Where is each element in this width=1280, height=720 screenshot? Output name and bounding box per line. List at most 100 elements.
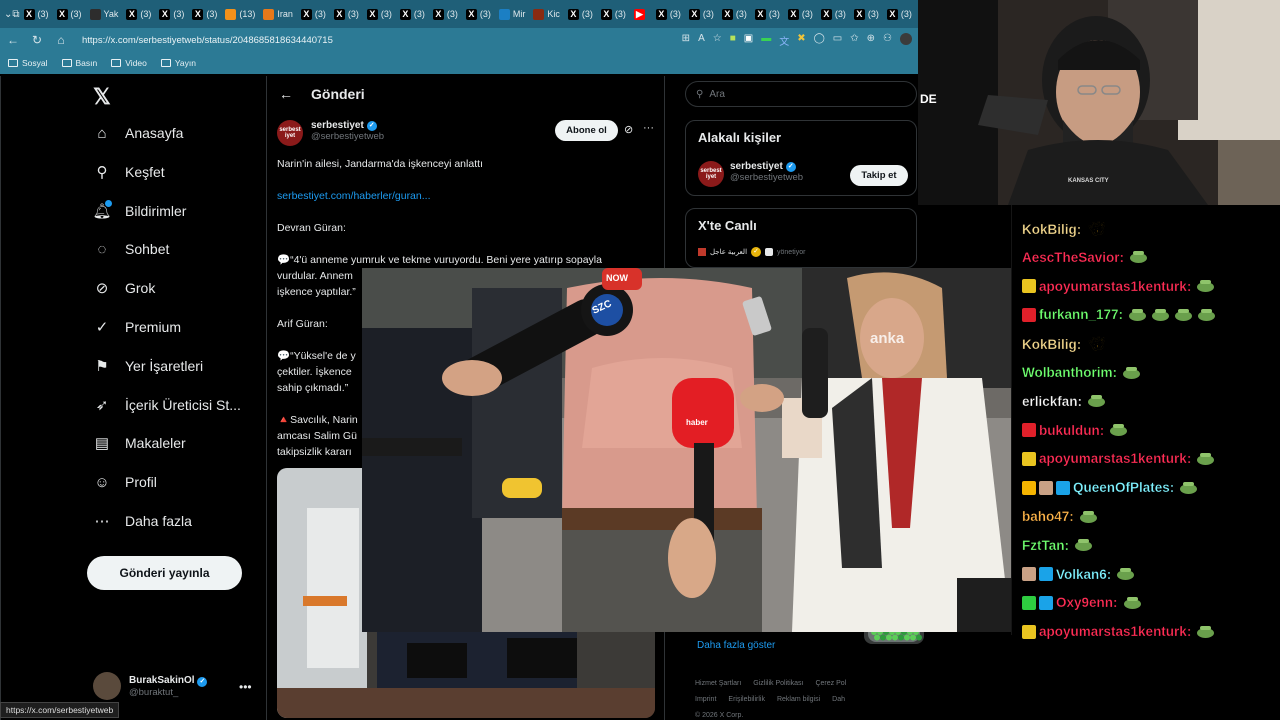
nav-item-premium[interactable]: ✓ Premium [93,318,181,336]
extension-icon[interactable]: ▣ [744,33,753,48]
bookmark-folder[interactable]: Basın [61,58,97,68]
chat-username[interactable]: furkann_177: [1039,307,1123,322]
browser-tab[interactable]: X (3) [155,3,188,25]
browser-tab[interactable]: X (3) [685,3,718,25]
browser-tab[interactable]: X (3) [850,3,883,25]
footer-link[interactable]: Çerez Pol [815,680,846,687]
chat-username[interactable]: AescTheSavior: [1022,250,1124,265]
footer-link[interactable]: Gizlilik Politikası [753,680,803,687]
nav-item-article[interactable]: ▤ Makaleler [93,434,186,452]
browser-tab[interactable]: ▶ [630,3,652,25]
favorites-icon[interactable]: ✩ [850,33,858,48]
footer-link[interactable]: Reklam bilgisi [777,696,820,703]
post-author[interactable]: serbest iyet serbestiyet ✓ @serbestiyetweb [277,120,384,146]
search-input[interactable]: ⚲ Ara [685,81,917,107]
more-options-icon[interactable]: ··· [643,122,654,134]
url-input[interactable]: https://x.com/serbestiyetweb/status/2048… [82,35,333,46]
subscribe-button[interactable]: Abone ol [555,120,618,141]
split-screen-icon[interactable]: ▭ [833,33,842,48]
chat-username[interactable]: Oxy9enn: [1056,595,1118,610]
reload-icon[interactable]: ↻ [30,33,44,47]
account-more-icon[interactable]: ••• [239,680,252,694]
chat-username[interactable]: baho47: [1022,509,1074,524]
browser-tab[interactable]: X (3) [462,3,495,25]
chat-username[interactable]: apoyumarstas1kenturk: [1039,451,1192,466]
read-aloud-icon[interactable]: A [698,33,705,48]
home-icon[interactable]: ⌂ [54,33,68,47]
browser-tab[interactable]: (13) [221,3,259,25]
chat-username[interactable]: KokBilig: [1022,221,1082,236]
profile-avatar-icon[interactable] [900,32,912,45]
chat-username[interactable]: apoyumarstas1kenturk: [1039,624,1192,639]
x-logo-icon[interactable]: 𝕏 [93,84,111,110]
show-more-link[interactable]: Daha fazla göster [697,640,775,651]
browser-tab[interactable]: X (3) [396,3,429,25]
browser-tab[interactable]: X (3) [597,3,630,25]
nav-item-chat[interactable]: ◌ Sohbet [93,240,170,258]
chat-username[interactable]: QueenOfPlates: [1073,480,1175,495]
browser-tab[interactable]: Mir [495,3,530,25]
bookmark-folder[interactable]: Sosyal [8,58,48,68]
browser-tab[interactable]: X (3) [784,3,817,25]
back-arrow-icon[interactable]: ← [6,33,20,47]
extension-icon[interactable]: ■ [730,33,736,48]
workspaces-icon[interactable]: ⧉ [12,9,19,20]
collections-icon[interactable]: ⊕ [867,33,875,48]
bookmark-folder[interactable]: Yayın [160,58,196,68]
nav-item-profile[interactable]: ☺ Profil [93,473,157,491]
browser-tab[interactable]: X (3) [53,3,86,25]
chat-username[interactable]: KokBilig: [1022,337,1082,352]
chat-username[interactable]: Volkan6: [1056,566,1112,581]
browser-tab[interactable]: Yak [86,3,123,25]
chat-username[interactable]: erlickfan: [1022,394,1082,409]
browser-tab[interactable]: Kic [529,3,564,25]
browser-tab[interactable]: X (3) [297,3,330,25]
author-avatar[interactable]: serbest iyet [277,120,303,146]
footer-link[interactable]: Imprint [695,696,716,703]
live-row[interactable]: العربية عاجل ✓ yönetiyor [698,247,805,257]
favorite-star-icon[interactable]: ☆ [713,33,722,48]
post-link[interactable]: serbestiyet.com/haberler/guran... [277,188,655,204]
bookmark-folder[interactable]: Video [111,58,147,68]
browser-tab[interactable]: X (3) [122,3,155,25]
extension-icon[interactable]: ✖ [797,33,805,48]
nav-item-bookmark[interactable]: ⚑ Yer İşaretleri [93,357,203,375]
chat-username[interactable]: Wolbanthorim: [1022,365,1117,380]
nav-item-search[interactable]: ⚲ Keşfet [93,163,165,181]
follow-button[interactable]: Takip et [850,165,908,186]
translate-icon[interactable]: 文 [779,33,789,48]
nav-item-grok[interactable]: ⊘ Grok [93,279,156,297]
grok-icon[interactable]: ⊘ [624,123,633,136]
nav-item-more[interactable]: ⋯ Daha fazla [93,512,192,530]
post-button[interactable]: Gönderi yayınla [87,556,242,590]
tab-list-chevron-icon[interactable]: ⌄ [4,9,12,20]
browser-tab[interactable]: Iran [259,3,297,25]
back-arrow-icon[interactable]: ← [279,86,293,102]
browser-tab[interactable]: X (3) [817,3,850,25]
account-switcher[interactable]: BurakSakinOl ✓ @buraktut_ [93,672,208,700]
related-person[interactable]: serbest iyet serbestiyet ✓ @serbestiyetweb [698,161,803,187]
chat-username[interactable]: FztTan: [1022,538,1069,553]
chat-username[interactable]: apoyumarstas1kenturk: [1039,278,1192,293]
browser-tab[interactable]: X (3) [652,3,685,25]
footer-link[interactable]: Erişilebilirlik [728,696,765,703]
chat-username[interactable]: bukuldun: [1039,422,1105,437]
browser-tab[interactable]: X (3) [751,3,784,25]
browser-tab[interactable]: X (3) [429,3,462,25]
extension-icon[interactable]: ◯ [814,33,825,48]
nav-item-rocket[interactable]: ➶ İçerik Üreticisi St... [93,396,241,414]
app-available-icon[interactable]: ⊞ [682,33,690,48]
extension-icon[interactable]: ▬ [761,33,771,48]
browser-tab[interactable]: X (3) [330,3,363,25]
nav-item-bell[interactable]: 🔔︎ Bildirimler [92,199,186,220]
nav-item-home[interactable]: ⌂ Anasayfa [93,124,183,142]
browser-tab[interactable]: X (3) [564,3,597,25]
footer-link[interactable]: Dah [832,696,845,703]
browser-tab[interactable]: X (3) [718,3,751,25]
copilot-icon[interactable]: ⚇ [883,33,892,48]
browser-tab[interactable]: X (3) [188,3,221,25]
footer-link[interactable]: Hizmet Şartları [695,680,741,687]
browser-tab[interactable]: X (3) [883,3,916,25]
browser-tab[interactable]: X (3) [363,3,396,25]
browser-tab[interactable]: X (3) [20,3,53,25]
